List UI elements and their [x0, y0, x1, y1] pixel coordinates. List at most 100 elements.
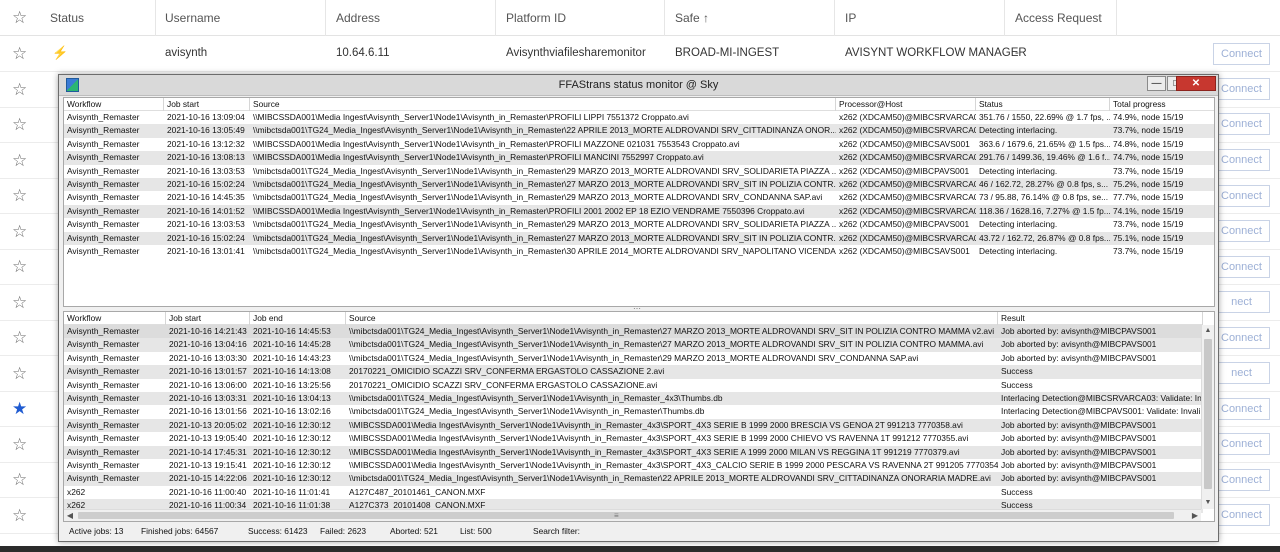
- col-result[interactable]: Result: [998, 312, 1203, 325]
- favorite-star-icon[interactable]: ☆: [12, 45, 27, 63]
- col-source[interactable]: Source: [346, 312, 998, 325]
- finished_grid-row[interactable]: Avisynth_Remaster 2021-10-16 13:03:31 2021…: [64, 392, 1203, 406]
- col-safe-header[interactable]: Safe ↑: [665, 0, 835, 36]
- favorite-star-icon[interactable]: ☆: [12, 436, 27, 454]
- active_grid-cell: x262 (XDCAM50)@MIBCSRVARCA0...: [839, 205, 976, 216]
- col-total-progress[interactable]: Total progress: [1110, 98, 1214, 111]
- scroll-left-arrow-icon[interactable]: ◀: [64, 510, 76, 521]
- col-processor-host[interactable]: Processor@Host: [836, 98, 976, 111]
- connect-button-partial[interactable]: nect: [1213, 362, 1270, 384]
- connect-button[interactable]: Connect: [1213, 398, 1270, 420]
- connect-button[interactable]: Connect: [1213, 433, 1270, 455]
- status-bar: Active jobs: 13 Finished jobs: 64567 Suc…: [63, 524, 1215, 539]
- list-count: List: 500: [460, 526, 492, 536]
- connect-button[interactable]: Connect: [1213, 149, 1270, 171]
- finished_grid-row[interactable]: Avisynth_Remaster 2021-10-16 14:21:43 2021…: [64, 325, 1203, 339]
- active_grid-row[interactable]: Avisynth_Remaster 2021-10-16 14:45:35 \\mi…: [64, 191, 1214, 204]
- finished_grid-cell: 2021-10-14 17:45:31: [169, 446, 247, 457]
- finished_grid-cell: Avisynth_Remaster: [67, 366, 140, 377]
- active_grid-row[interactable]: Avisynth_Remaster 2021-10-16 13:09:04 \\MI…: [64, 111, 1214, 124]
- active_grid-cell: \\mibctsda001\TG24_Media_Ingest\Avisynth…: [253, 246, 836, 256]
- finished_grid-row[interactable]: Avisynth_Remaster 2021-10-13 19:15:41 2021…: [64, 459, 1203, 472]
- col-workflow[interactable]: Workflow: [64, 312, 166, 325]
- scroll-up-arrow-icon[interactable]: ▲: [1202, 325, 1214, 337]
- scroll-thumb[interactable]: [1204, 339, 1212, 489]
- active_grid-row[interactable]: Avisynth_Remaster 2021-10-16 13:05:49 \\mi…: [64, 124, 1214, 138]
- active_grid-row[interactable]: Avisynth_Remaster 2021-10-16 13:03:53 \\mi…: [64, 218, 1214, 231]
- col-access-header[interactable]: Access Request: [1005, 0, 1117, 36]
- finished_grid-row[interactable]: x262 2021-10-16 11:00:40 2021-10-16 11:01:…: [64, 486, 1203, 499]
- minimize-button[interactable]: —: [1147, 76, 1166, 91]
- favorite-star-icon[interactable]: ☆: [12, 116, 27, 134]
- active_grid-row[interactable]: Avisynth_Remaster 2021-10-16 14:01:52 \\MI…: [64, 204, 1214, 219]
- col-platform-header[interactable]: Platform ID: [496, 0, 665, 36]
- finished-jobs-grid[interactable]: Workflow Job start Job end Source Result…: [63, 311, 1215, 522]
- finished_grid-row[interactable]: Avisynth_Remaster 2021-10-14 17:45:31 2021…: [64, 445, 1203, 459]
- active_grid-row[interactable]: Avisynth_Remaster 2021-10-16 13:01:41 \\mi…: [64, 245, 1214, 258]
- col-status[interactable]: Status: [976, 98, 1110, 111]
- connect-button[interactable]: Connect: [1213, 185, 1270, 207]
- col-username-header[interactable]: Username: [155, 0, 326, 36]
- connect-button[interactable]: Connect: [1213, 256, 1270, 278]
- active_grid-cell: 2021-10-16 13:12:32: [167, 138, 245, 149]
- finished_grid-row[interactable]: Avisynth_Remaster 2021-10-16 13:01:56 2021…: [64, 405, 1203, 418]
- active_grid-row[interactable]: Avisynth_Remaster 2021-10-16 15:02:24 \\mi…: [64, 231, 1214, 245]
- finished-vertical-scrollbar[interactable]: ▲ ▼: [1201, 325, 1214, 509]
- favorite-star-icon[interactable]: ☆: [12, 471, 27, 489]
- col-workflow[interactable]: Workflow: [64, 98, 164, 111]
- col-ip-header[interactable]: IP: [835, 0, 1005, 36]
- connect-button[interactable]: Connect: [1213, 504, 1270, 526]
- hscroll-thumb[interactable]: [78, 512, 1174, 519]
- connect-button[interactable]: Connect: [1213, 469, 1270, 491]
- favorite-star-icon[interactable]: ☆: [12, 365, 27, 383]
- active-jobs-grid[interactable]: Workflow Job start Source Processor@Host…: [63, 97, 1215, 307]
- col-source[interactable]: Source: [250, 98, 836, 111]
- finished_grid-row[interactable]: Avisynth_Remaster 2021-10-16 13:04:16 2021…: [64, 338, 1203, 352]
- favorite-star-icon[interactable]: ☆: [12, 152, 27, 170]
- col-status-header[interactable]: Status: [40, 0, 156, 36]
- active_grid-cell: Avisynth_Remaster: [67, 192, 140, 203]
- favorite-star-icon[interactable]: ☆: [12, 507, 27, 525]
- finished_grid-cell: Interlacing Detection@MIBCPAVS001: Valid…: [1001, 406, 1201, 417]
- finished_grid-row[interactable]: Avisynth_Remaster 2021-10-15 14:22:06 2021…: [64, 472, 1203, 486]
- col-job-start[interactable]: Job start: [164, 98, 250, 111]
- favorite-star-icon[interactable]: ☆: [12, 223, 27, 241]
- connect-button[interactable]: Connect: [1213, 43, 1270, 65]
- account-row[interactable]: ☆ ⚡ avisynth 10.64.6.11 Avisynthviafiles…: [0, 36, 1280, 72]
- close-button[interactable]: ✕: [1176, 76, 1216, 91]
- finished_grid-row[interactable]: Avisynth_Remaster 2021-10-16 13:06:00 2021…: [64, 379, 1203, 392]
- col-job-start[interactable]: Job start: [166, 312, 250, 325]
- favorite-star-filled-icon[interactable]: ★: [12, 400, 27, 418]
- connect-button[interactable]: Connect: [1213, 220, 1270, 242]
- connect-button[interactable]: Connect: [1213, 327, 1270, 349]
- active_grid-row[interactable]: Avisynth_Remaster 2021-10-16 13:03:53 \\mi…: [64, 165, 1214, 178]
- connect-button[interactable]: Connect: [1213, 113, 1270, 135]
- finished_grid-row[interactable]: Avisynth_Remaster 2021-10-13 19:05:40 2021…: [64, 432, 1203, 445]
- search-filter-label[interactable]: Search filter:: [533, 524, 580, 539]
- finished_grid-row[interactable]: Avisynth_Remaster 2021-10-16 13:01:57 2021…: [64, 365, 1203, 379]
- favorite-star-icon[interactable]: ☆: [12, 294, 27, 312]
- finished_grid-cell: 2021-10-16 13:06:00: [169, 379, 247, 390]
- favorite-header-star-icon[interactable]: ☆: [12, 9, 27, 27]
- active_grid-cell: x262 (XDCAM50)@MIBCPAVS001: [839, 165, 970, 176]
- active_grid-cell: 2021-10-16 14:01:52: [167, 205, 245, 216]
- connect-button-partial[interactable]: nect: [1213, 291, 1270, 313]
- col-job-end[interactable]: Job end: [250, 312, 346, 325]
- finished-jobs-header: Workflow Job start Job end Source Result: [64, 312, 1203, 325]
- window-titlebar[interactable]: FFAStrans status monitor @ Sky — □ ✕: [59, 75, 1218, 96]
- favorite-star-icon[interactable]: ☆: [12, 81, 27, 99]
- favorite-star-icon[interactable]: ☆: [12, 187, 27, 205]
- finished-horizontal-scrollbar[interactable]: ◀ ≡ ▶: [64, 509, 1201, 521]
- finished_grid-row[interactable]: Avisynth_Remaster 2021-10-13 20:05:02 2021…: [64, 418, 1203, 433]
- scroll-right-arrow-icon[interactable]: ▶: [1189, 510, 1201, 521]
- col-address-header[interactable]: Address: [326, 0, 496, 36]
- active_grid-row[interactable]: Avisynth_Remaster 2021-10-16 15:02:24 \\mi…: [64, 178, 1214, 192]
- favorite-star-icon[interactable]: ☆: [12, 258, 27, 276]
- connect-button[interactable]: Connect: [1213, 78, 1270, 100]
- scroll-down-arrow-icon[interactable]: ▼: [1202, 497, 1214, 509]
- favorite-star-icon[interactable]: ☆: [12, 329, 27, 347]
- active_grid-cell: Detecting interlacing.: [979, 125, 1058, 136]
- active_grid-row[interactable]: Avisynth_Remaster 2021-10-16 13:12:32 \\MI…: [64, 138, 1214, 151]
- finished_grid-row[interactable]: Avisynth_Remaster 2021-10-16 13:03:30 2021…: [64, 352, 1203, 365]
- active_grid-row[interactable]: Avisynth_Remaster 2021-10-16 13:08:13 \\MI…: [64, 151, 1214, 165]
